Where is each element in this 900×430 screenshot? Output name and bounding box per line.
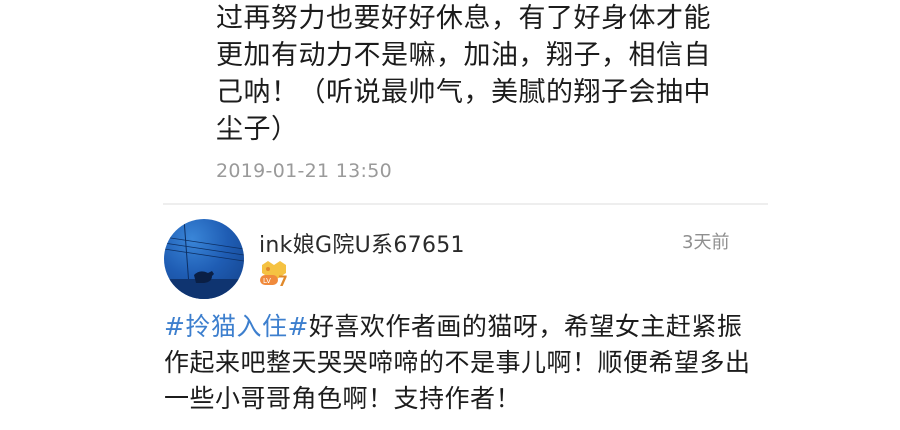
avatar[interactable] xyxy=(164,219,244,299)
previous-comment-text: 过再努力也要好好休息，有了好身体才能 更加有动力不是嘛，加油，翔子，相信自 己呐… xyxy=(216,3,711,145)
comment-username[interactable]: ink娘G院U系67651 xyxy=(259,227,465,259)
previous-comment-time: 2019-01-21 13:50 xyxy=(216,160,393,182)
level-badge-icon: LV 7 xyxy=(258,259,292,290)
level-prefix: LV xyxy=(263,277,271,285)
comments-page: 过再努力也要好好休息，有了好身体才能 更加有动力不是嘛，加油，翔子，相信自 己呐… xyxy=(0,0,900,430)
comment-item: ink娘G院U系67651 3天前 LV 7 #拎猫入住#好喜欢作者画的猫呀，希… xyxy=(0,205,900,430)
level-number: 7 xyxy=(278,274,288,289)
avatar-image xyxy=(164,219,244,299)
hashtag-link[interactable]: #拎猫入住# xyxy=(164,312,309,341)
comment-time: 3天前 xyxy=(682,232,730,253)
comment-text: #拎猫入住#好喜欢作者画的猫呀，希望女主赶紧振作起来吧整天哭哭啼啼的不是事儿啊！… xyxy=(164,309,764,417)
previous-comment: 过再努力也要好好休息，有了好身体才能 更加有动力不是嘛，加油，翔子，相信自 己呐… xyxy=(216,0,776,182)
